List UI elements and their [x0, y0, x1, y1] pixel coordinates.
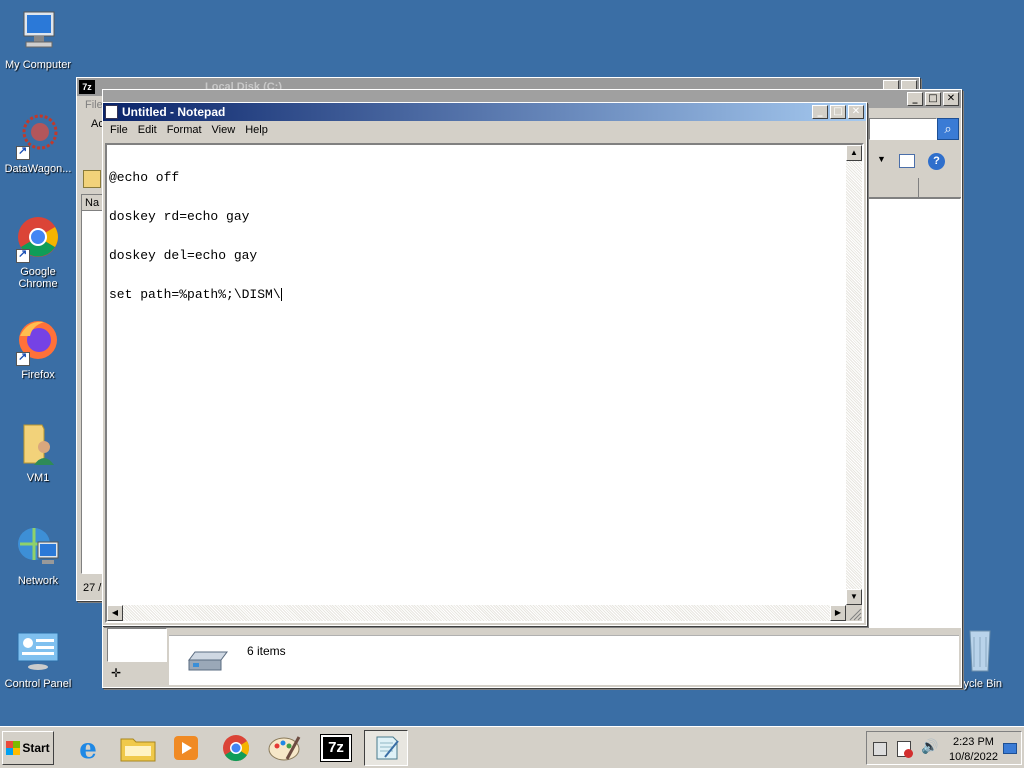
search-icon[interactable]: ⌕ — [937, 118, 959, 140]
desktop-icon-label: My Computer — [4, 59, 72, 71]
notepad-titlebar[interactable]: Untitled - Notepad _ □ ✕ — [103, 103, 866, 121]
text-line: @echo off — [109, 170, 180, 185]
horizontal-scrollbar[interactable]: ◀ ▶ — [107, 605, 846, 621]
desktop-icon-google-chrome[interactable]: Google Chrome — [0, 215, 76, 290]
datawagon-icon — [14, 112, 62, 160]
desktop-icon-datawagon[interactable]: DataWagon... — [0, 112, 76, 175]
shortcut-arrow-icon — [16, 144, 30, 160]
chrome-icon — [14, 215, 62, 263]
vertical-scrollbar[interactable]: ▲ ▼ — [846, 145, 862, 605]
resize-grip[interactable] — [846, 605, 862, 621]
desktop-icon-my-computer[interactable]: My Computer — [0, 8, 76, 71]
taskbar: Start e 7z 🔊 2:23 PM 10/8/2022 — [0, 726, 1024, 768]
desktop-icon-firefox[interactable]: Firefox — [0, 318, 76, 381]
clock-time[interactable]: 2:23 PM — [953, 736, 994, 748]
notepad-icon — [105, 105, 118, 119]
notepad-window[interactable]: Untitled - Notepad _ □ ✕ File Edit Forma… — [102, 102, 867, 626]
scroll-down-button[interactable]: ▼ — [846, 589, 862, 605]
taskbar-chrome[interactable] — [214, 730, 258, 766]
menu-help[interactable]: Help — [240, 124, 273, 136]
scroll-right-button[interactable]: ▶ — [830, 605, 846, 621]
search-input[interactable] — [869, 118, 937, 140]
start-button[interactable]: Start — [2, 731, 54, 765]
media-player-icon — [174, 736, 198, 760]
windows-logo-icon — [6, 741, 21, 755]
volume-icon[interactable]: 🔊 — [921, 739, 938, 755]
shortcut-arrow-icon — [16, 350, 30, 366]
firefox-icon — [14, 318, 62, 366]
taskbar-media-player[interactable] — [164, 730, 208, 766]
clock-date[interactable]: 10/8/2022 — [949, 751, 998, 763]
column-header-name[interactable]: Na — [82, 195, 104, 211]
maximize-button[interactable]: □ — [925, 92, 941, 106]
notepad-title: Untitled - Notepad — [122, 105, 226, 119]
menu-view[interactable]: View — [207, 124, 241, 136]
desktop-icon-vm1[interactable]: VM1 — [0, 421, 76, 484]
details-pane: 6 items — [169, 635, 959, 685]
minimize-button[interactable]: _ — [907, 92, 923, 106]
text-line: doskey del=echo gay — [109, 248, 258, 263]
notepad-menubar: File Edit Format View Help — [103, 121, 866, 139]
preview-pane-icon[interactable] — [899, 154, 915, 168]
menu-file[interactable]: File — [85, 99, 103, 111]
close-button[interactable]: ✕ — [943, 92, 959, 106]
action-center-icon[interactable] — [897, 741, 913, 758]
drive-icon — [187, 650, 229, 671]
desktop-icon-label: cycle Bin — [957, 678, 1003, 690]
taskbar-file-explorer[interactable] — [116, 730, 160, 766]
navigation-pane[interactable] — [107, 628, 167, 662]
column-header-row[interactable] — [867, 178, 961, 198]
maximize-button[interactable]: □ — [830, 105, 846, 119]
menu-format[interactable]: Format — [162, 124, 207, 136]
desktop-icon-label: Google Chrome — [18, 266, 58, 290]
user-folder-icon — [14, 421, 62, 469]
my-computer-icon — [14, 8, 62, 56]
notepad-editor[interactable]: @echo off doskey rd=echo gay doskey del=… — [105, 143, 864, 623]
ie-icon: e — [79, 731, 97, 765]
help-icon[interactable]: ? — [928, 153, 945, 170]
text-cursor — [280, 288, 282, 301]
taskbar-7zip[interactable]: 7z — [314, 730, 358, 766]
close-button[interactable]: ✕ — [848, 105, 864, 119]
menu-edit[interactable]: Edit — [133, 124, 162, 136]
folder-icon — [120, 738, 156, 762]
menu-file[interactable]: File — [105, 124, 133, 136]
item-count: 6 items — [247, 644, 286, 658]
text-line: doskey rd=echo gay — [109, 209, 250, 224]
desktop-icon-label: VM1 — [26, 472, 50, 484]
desktop-icon-network[interactable]: Network — [0, 524, 76, 587]
show-desktop-icon[interactable] — [1003, 743, 1017, 754]
minimize-button[interactable]: _ — [812, 105, 828, 119]
desktop-icon-label: DataWagon... — [4, 163, 72, 175]
taskbar-internet-explorer[interactable]: e — [66, 730, 110, 766]
start-label: Start — [22, 741, 50, 755]
view-dropdown-icon[interactable]: ▼ — [877, 154, 886, 164]
chrome-icon — [223, 735, 250, 762]
desktop-icon-label: Firefox — [21, 369, 55, 381]
7zip-icon: 7z — [79, 80, 95, 94]
paint-icon — [268, 736, 301, 761]
notepad-icon — [376, 736, 399, 760]
desktop-icon-label: Network — [17, 575, 59, 587]
move-handle-icon[interactable]: ✛ — [111, 666, 121, 680]
taskbar-notepad[interactable] — [364, 730, 408, 766]
system-tray: 🔊 2:23 PM 10/8/2022 — [866, 731, 1022, 765]
up-folder-icon[interactable] — [83, 170, 101, 188]
scroll-up-button[interactable]: ▲ — [846, 145, 862, 161]
text-line: set path=%path%;\DISM\ — [109, 287, 282, 302]
recycle-bin-icon — [956, 627, 1004, 675]
file-list-front[interactable] — [867, 198, 961, 628]
scroll-left-button[interactable]: ◀ — [107, 605, 123, 621]
control-panel-icon — [14, 627, 62, 675]
taskbar-paint[interactable] — [262, 730, 306, 766]
desktop-icon-label: Control Panel — [4, 678, 72, 690]
7zip-icon: 7z — [320, 734, 352, 762]
network-icon — [14, 524, 62, 572]
desktop-icon-control-panel[interactable]: Control Panel — [0, 627, 76, 690]
text-content[interactable]: @echo off doskey rd=echo gay doskey del=… — [109, 145, 846, 605]
shortcut-arrow-icon — [16, 247, 30, 263]
network-tray-icon[interactable] — [873, 742, 887, 756]
